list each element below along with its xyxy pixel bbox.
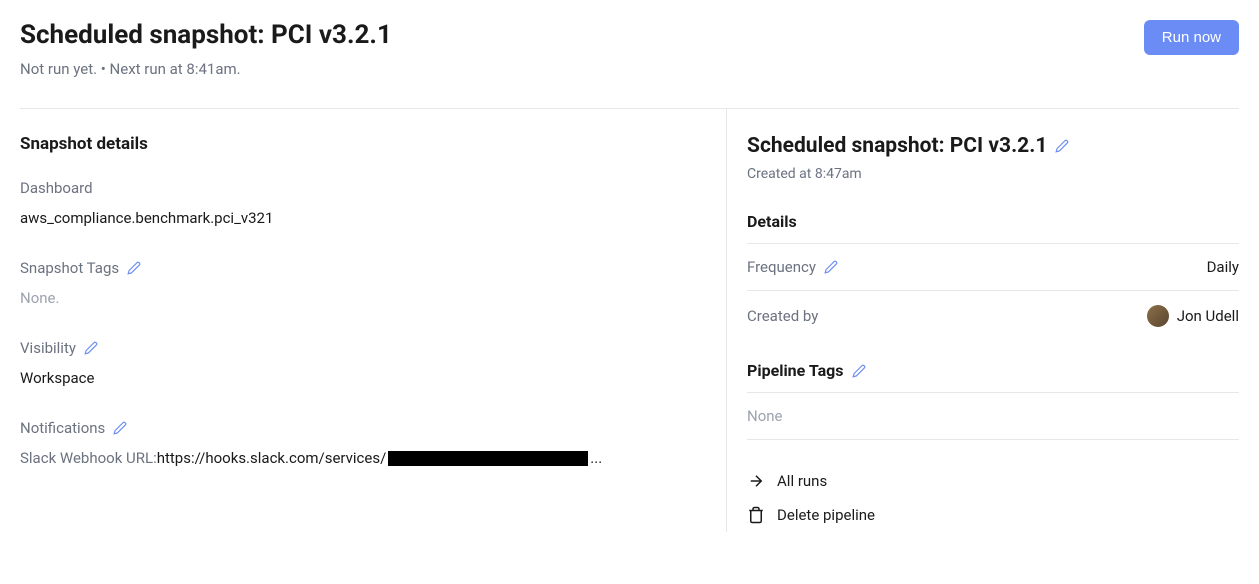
- page-subtitle: Not run yet. • Next run at 8:41am.: [20, 60, 1144, 78]
- pipeline-tags-heading: Pipeline Tags: [747, 361, 844, 380]
- pencil-icon[interactable]: [113, 421, 127, 435]
- pipeline-created-at: Created at 8:47am: [747, 166, 1239, 182]
- createdby-value: Jon Udell: [1177, 307, 1239, 325]
- dashboard-label: Dashboard: [20, 179, 706, 197]
- avatar: [1147, 305, 1169, 327]
- pipeline-tags-value: None: [747, 392, 1239, 440]
- notifications-label: Notifications: [20, 419, 105, 437]
- pencil-icon[interactable]: [852, 364, 866, 378]
- pipeline-title: Scheduled snapshot: PCI v3.2.1: [747, 134, 1047, 158]
- frequency-row: Frequency Daily: [747, 243, 1239, 290]
- visibility-value: Workspace: [20, 369, 706, 387]
- all-runs-label: All runs: [777, 472, 827, 490]
- page-title: Scheduled snapshot: PCI v3.2.1: [20, 20, 1144, 50]
- run-now-button[interactable]: Run now: [1144, 20, 1239, 55]
- visibility-label: Visibility: [20, 339, 76, 357]
- snapshot-tags-value: None.: [20, 289, 706, 307]
- webhook-url-prefix: https://hooks.slack.com/services/: [157, 449, 387, 467]
- createdby-row: Created by Jon Udell: [747, 290, 1239, 341]
- pencil-icon[interactable]: [1055, 139, 1069, 153]
- pencil-icon[interactable]: [84, 341, 98, 355]
- details-heading: Details: [747, 212, 1239, 231]
- webhook-url-suffix: ...: [590, 449, 602, 467]
- snapshot-tags-label: Snapshot Tags: [20, 259, 119, 277]
- pencil-icon[interactable]: [127, 261, 141, 275]
- redacted-url: [388, 451, 588, 466]
- pencil-icon[interactable]: [824, 260, 838, 274]
- delete-pipeline-link[interactable]: Delete pipeline: [747, 498, 1239, 532]
- frequency-label: Frequency: [747, 258, 816, 276]
- delete-pipeline-label: Delete pipeline: [777, 506, 875, 524]
- pipeline-panel: Scheduled snapshot: PCI v3.2.1 Created a…: [727, 109, 1239, 532]
- frequency-value: Daily: [1207, 258, 1239, 276]
- snapshot-details-panel: Snapshot details Dashboard aws_complianc…: [20, 109, 727, 532]
- snapshot-details-heading: Snapshot details: [20, 134, 706, 154]
- trash-icon: [747, 506, 765, 524]
- arrow-right-icon: [747, 472, 765, 490]
- all-runs-link[interactable]: All runs: [747, 464, 1239, 498]
- webhook-label: Slack Webhook URL:: [20, 449, 157, 467]
- createdby-label: Created by: [747, 307, 818, 325]
- dashboard-value: aws_compliance.benchmark.pci_v321: [20, 209, 706, 227]
